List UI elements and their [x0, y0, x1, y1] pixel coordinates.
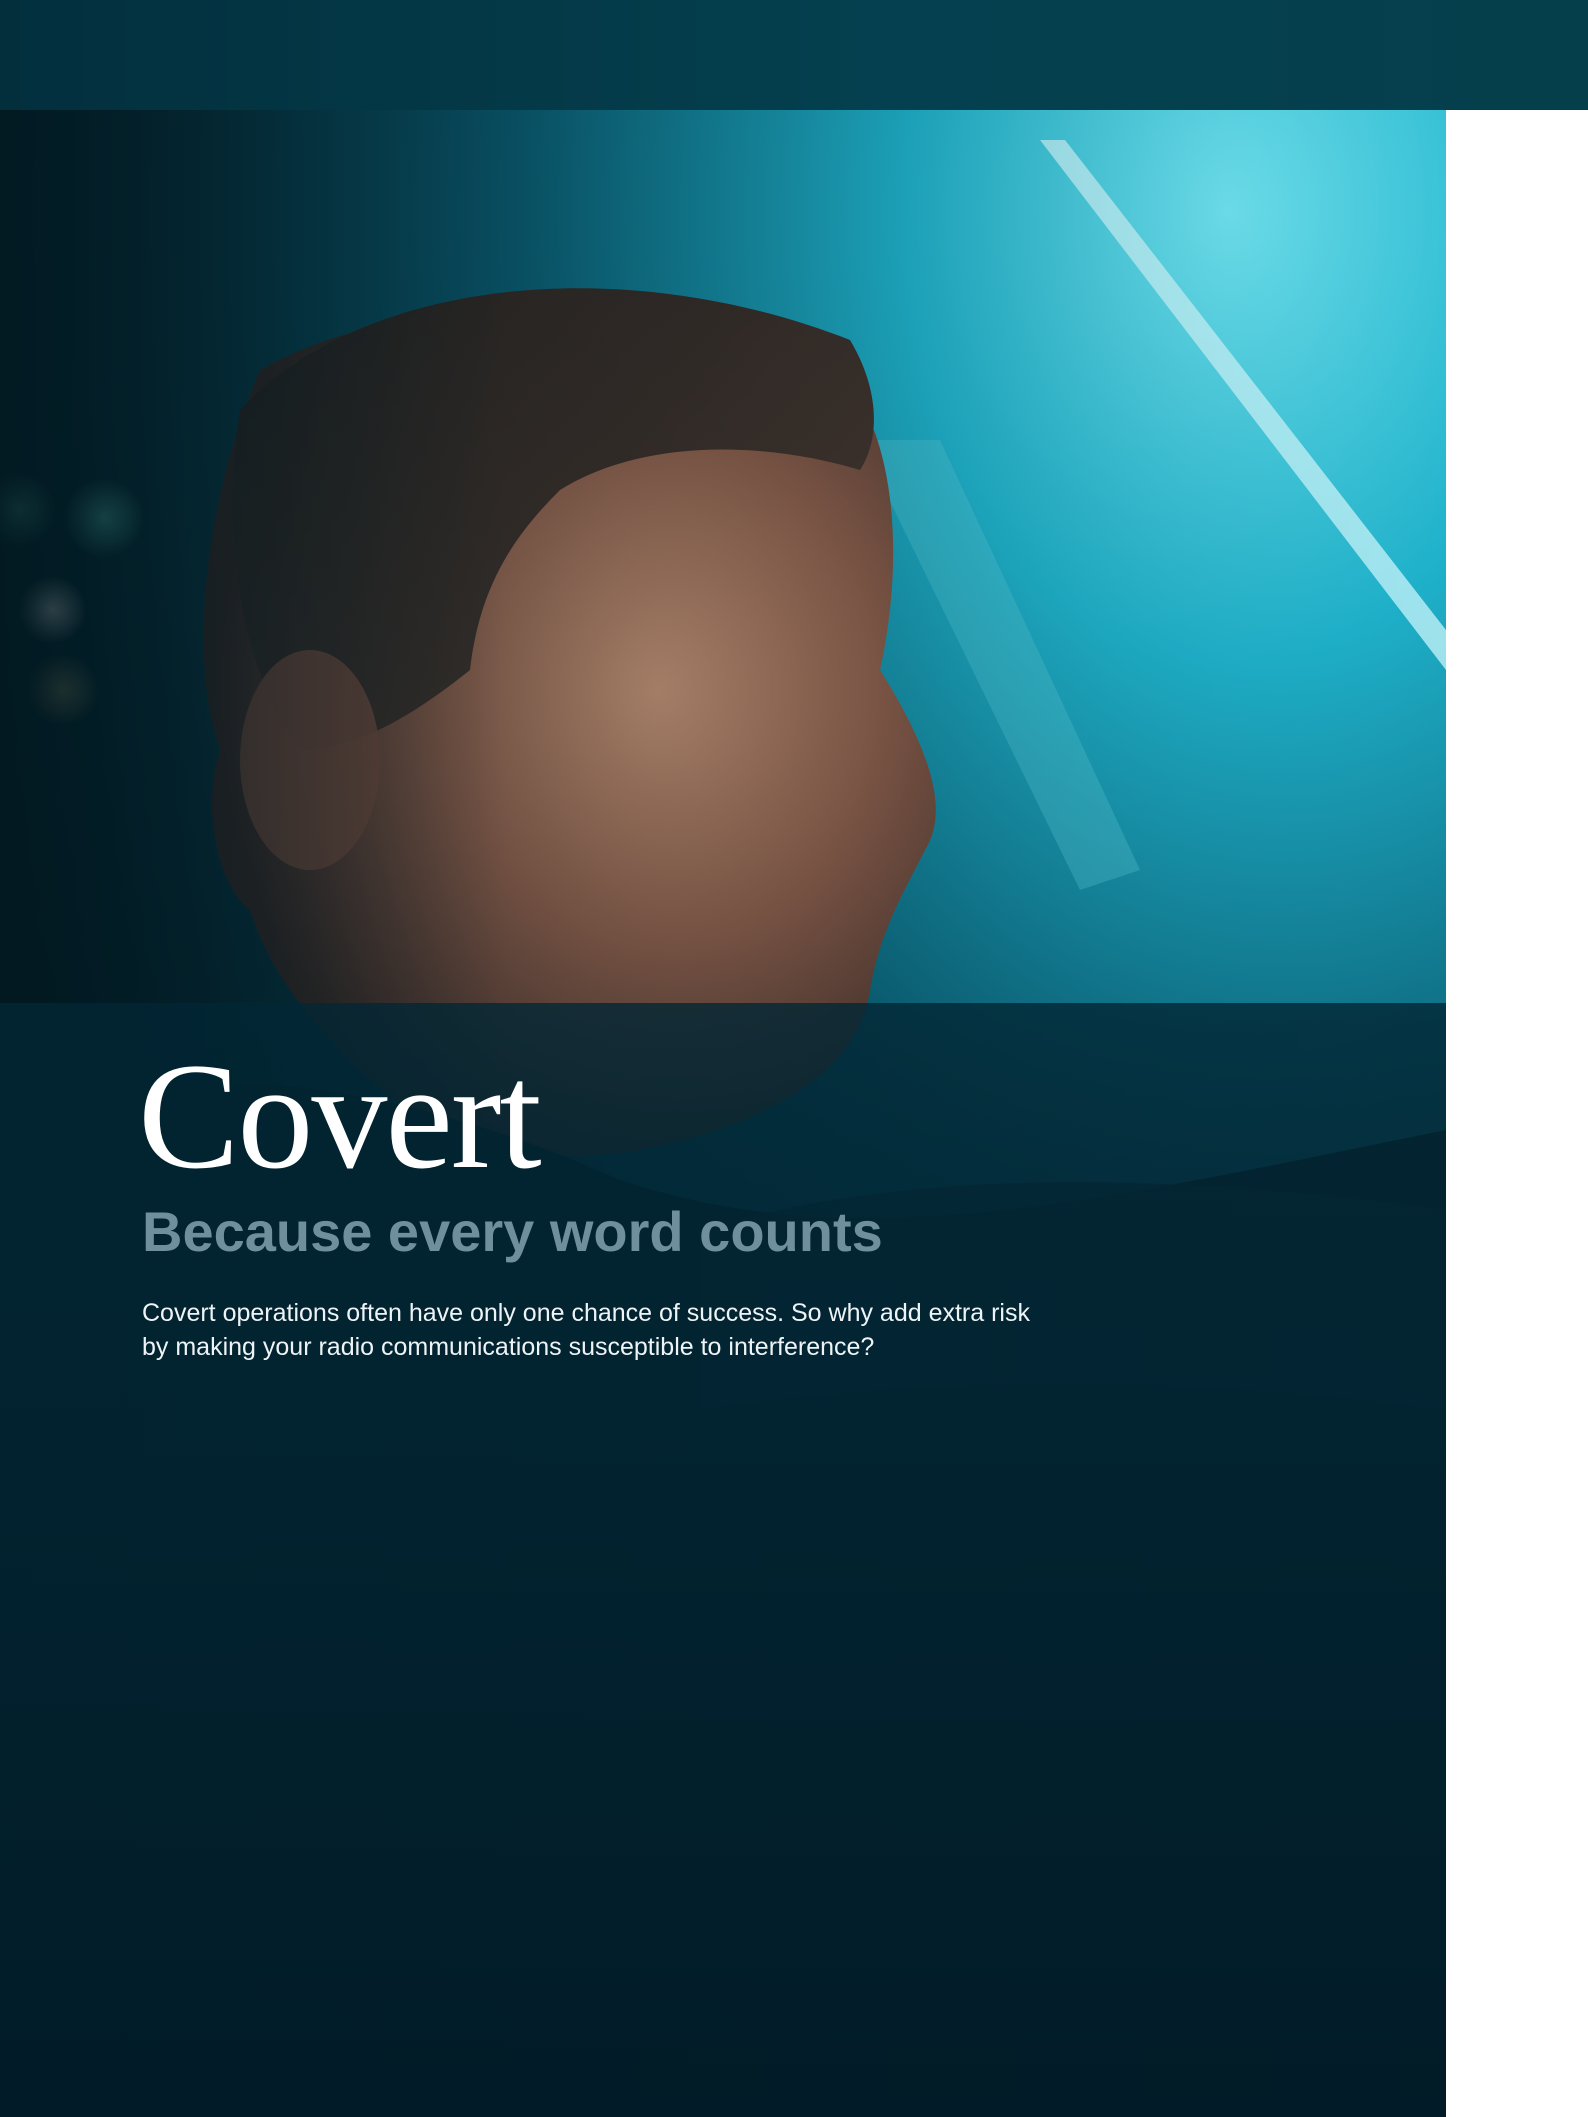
body-paragraph: Covert operations often have only one ch… [142, 1296, 1030, 1364]
body-line-2: by making your radio communications susc… [142, 1333, 875, 1361]
top-color-band [0, 0, 1588, 110]
subheadline: Because every word counts [142, 1200, 883, 1263]
page: Covert Because every word counts Covert … [0, 0, 1588, 2117]
body-line-1: Covert operations often have only one ch… [142, 1299, 1030, 1327]
headline: Covert [138, 1032, 542, 1200]
